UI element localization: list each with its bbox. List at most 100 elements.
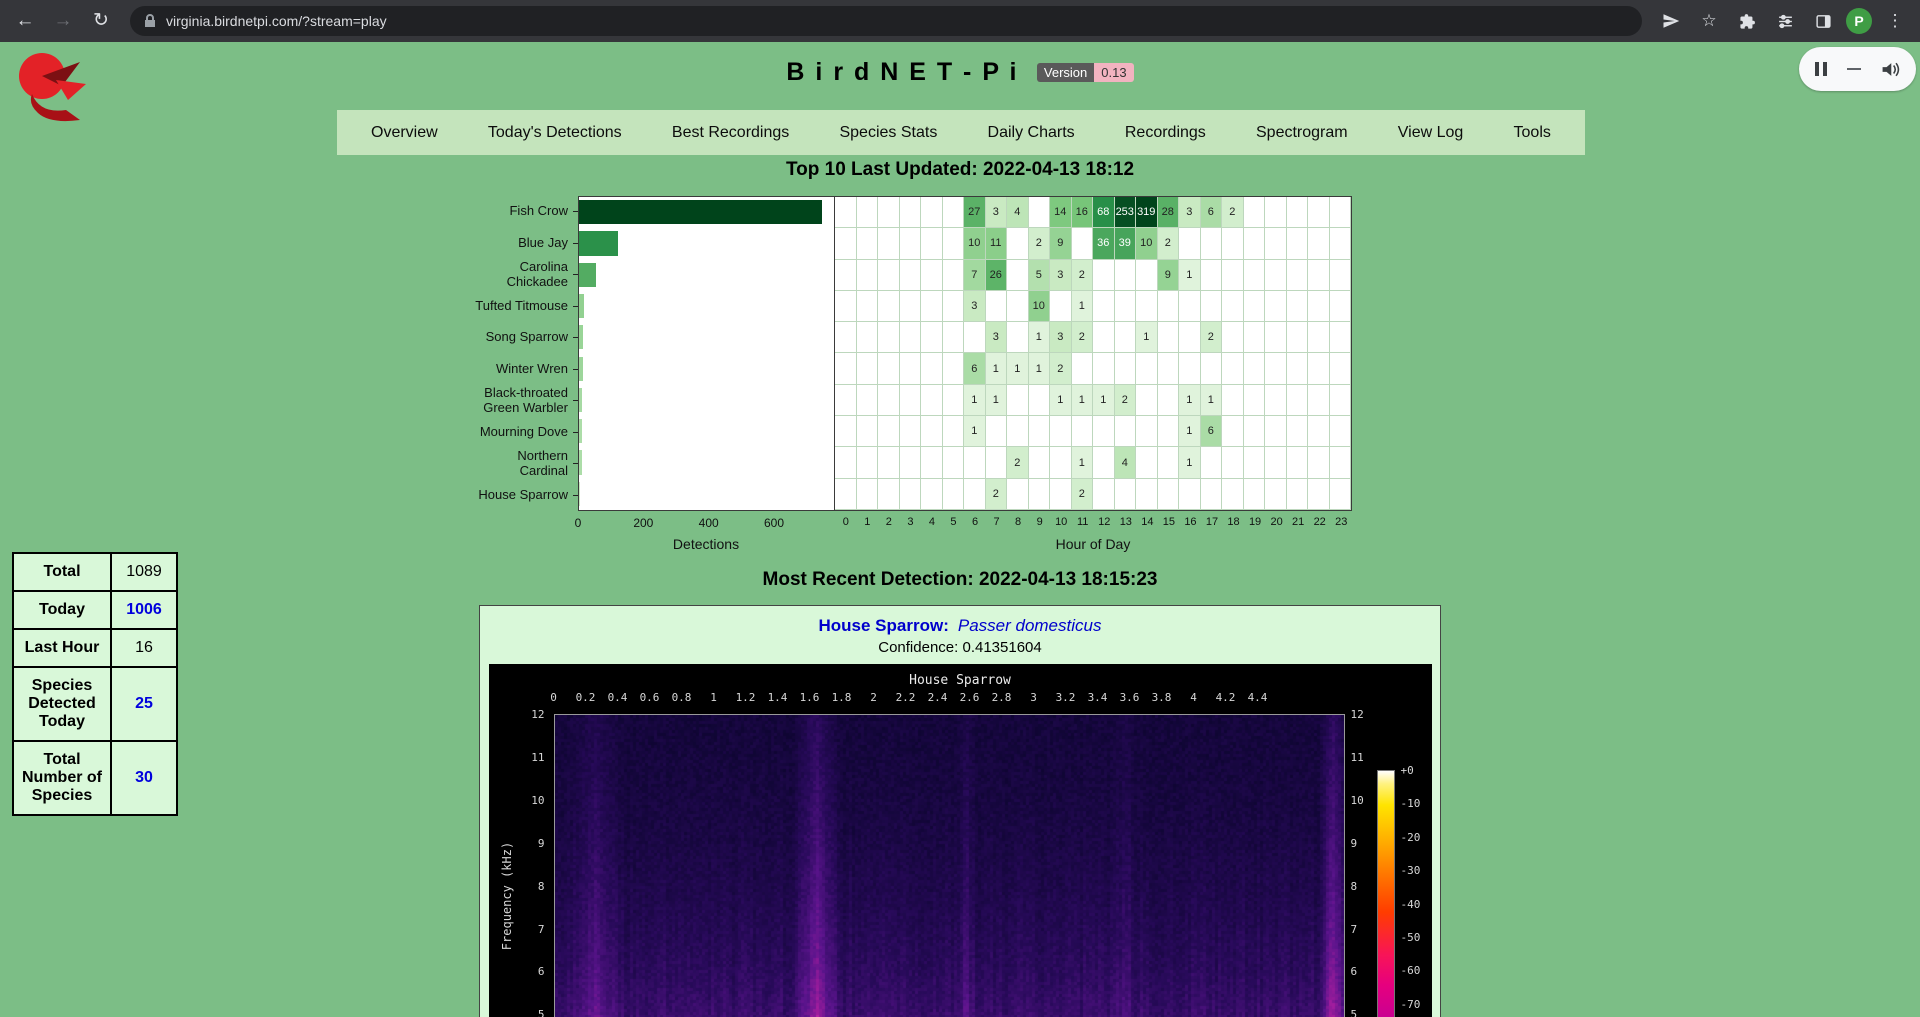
stat-value[interactable]: 30: [111, 741, 177, 815]
heatmap-cell: 4: [1115, 447, 1137, 478]
heatmap-cell: [1050, 291, 1072, 322]
spectrogram-time-tick: 3.2: [1056, 691, 1076, 704]
heatmap-cell: [921, 322, 943, 353]
heatmap-cell: 10: [1136, 228, 1158, 259]
heatmap-cell: [1179, 291, 1201, 322]
spectrogram-freq-tick: 11: [505, 751, 545, 764]
heatmap-cell: [964, 322, 986, 353]
heatmap-cell: 39: [1115, 228, 1137, 259]
nav-item-today-s-detections[interactable]: Today's Detections: [488, 124, 622, 142]
spectrogram-time-tick: 2: [870, 691, 877, 704]
detections-bar: [579, 325, 583, 349]
nav-item-overview[interactable]: Overview: [371, 124, 438, 142]
heatmap-cell: 16: [1072, 197, 1094, 228]
heatmap-cell: [878, 479, 900, 510]
heatmap-cell: [835, 291, 857, 322]
heatmap-cell: [878, 260, 900, 291]
top10-heading: Top 10 Last Updated: 2022-04-13 18:12: [0, 159, 1920, 181]
detection-species-line: House Sparrow:Passer domesticus: [480, 616, 1440, 636]
send-icon[interactable]: [1656, 6, 1686, 36]
nav-item-species-stats[interactable]: Species Stats: [839, 124, 937, 142]
heatmap-cell: [1308, 353, 1330, 384]
heatmap-cell: [921, 353, 943, 384]
heatmap-cell: [1287, 260, 1309, 291]
heatmap-cell: 26: [986, 260, 1008, 291]
species-common-name[interactable]: House Sparrow:: [819, 616, 949, 635]
species-label: Winter Wren: [388, 354, 578, 386]
stat-value[interactable]: 25: [111, 667, 177, 741]
nav-item-view-log[interactable]: View Log: [1398, 124, 1464, 142]
heatmap-cell: [1222, 416, 1244, 447]
menu-kebab-icon[interactable]: ⋮: [1880, 6, 1910, 36]
heatmap-cell: [986, 291, 1008, 322]
heatmap-cell: [1287, 416, 1309, 447]
spectrogram-time-tick: 2.6: [960, 691, 980, 704]
heatmap-cell: 7: [964, 260, 986, 291]
heatmap-cell: [1287, 197, 1309, 228]
reload-icon[interactable]: ↻: [86, 6, 116, 36]
heatmap-cell: [1158, 353, 1180, 384]
extensions-icon[interactable]: [1732, 6, 1762, 36]
heatmap-cell: [1265, 322, 1287, 353]
profile-avatar[interactable]: P: [1846, 8, 1872, 34]
nav-item-spectrogram[interactable]: Spectrogram: [1256, 124, 1348, 142]
hour-axis-tick: 20: [1270, 516, 1282, 528]
heatmap-cell: [1308, 322, 1330, 353]
heatmap-cell: [1222, 353, 1244, 384]
heatmap-cell: 3: [1050, 322, 1072, 353]
heatmap-cell: [1050, 479, 1072, 510]
nav-item-tools[interactable]: Tools: [1514, 124, 1551, 142]
heatmap-cell: [1222, 322, 1244, 353]
address-bar[interactable]: virginia.birdnetpi.com/?stream=play: [130, 6, 1642, 36]
heatmap-cell: [1201, 479, 1223, 510]
heatmap-cell: 1: [1179, 260, 1201, 291]
colorbar-tick: -10: [1401, 797, 1421, 810]
tune-icon[interactable]: [1770, 6, 1800, 36]
heatmap-cell: [1007, 385, 1029, 416]
heatmap-cell: [1308, 416, 1330, 447]
nav-item-daily-charts[interactable]: Daily Charts: [988, 124, 1075, 142]
stat-value[interactable]: 1006: [111, 591, 177, 629]
heatmap-cell: [1179, 228, 1201, 259]
colorbar-tick: +0: [1401, 764, 1414, 777]
species-label: Carolina Chickadee: [388, 259, 578, 291]
heatmap-cell: [1244, 197, 1266, 228]
heatmap-cell: [1007, 260, 1029, 291]
heatmap-cell: [1330, 228, 1352, 259]
nav-item-best-recordings[interactable]: Best Recordings: [672, 124, 789, 142]
heatmap-cell: 6: [964, 353, 986, 384]
spectrogram-time-tick: 1.2: [736, 691, 756, 704]
heatmap-cell: 11: [986, 228, 1008, 259]
heatmap-cell: 1: [1201, 385, 1223, 416]
nav-item-recordings[interactable]: Recordings: [1125, 124, 1206, 142]
heatmap-cell: [921, 291, 943, 322]
heatmap-cell: [1265, 197, 1287, 228]
heatmap-cell: [921, 228, 943, 259]
stats-row: Today1006: [13, 591, 177, 629]
bar-axis-tick: 0: [575, 516, 582, 530]
heatmap-cell: [900, 197, 922, 228]
hour-axis-tick: 2: [886, 516, 892, 528]
heatmap-cell: 36: [1093, 228, 1115, 259]
bar-axis-tick: 400: [699, 516, 719, 530]
heatmap-cell: [900, 416, 922, 447]
heatmap-cell: [1308, 385, 1330, 416]
lock-icon: [144, 14, 156, 28]
heatmap-cell: 1: [1179, 416, 1201, 447]
forward-icon[interactable]: →: [48, 6, 78, 36]
heatmap-cell: [1115, 479, 1137, 510]
detections-bar-chart: [578, 196, 835, 511]
hour-axis-tick: 17: [1206, 516, 1218, 528]
heatmap-cell: [1136, 260, 1158, 291]
back-icon[interactable]: ←: [10, 6, 40, 36]
heatmap-cell: [943, 416, 965, 447]
stat-label: Today: [13, 591, 111, 629]
detections-bar: [579, 419, 582, 443]
heatmap-cell: 3: [1179, 197, 1201, 228]
heatmap-cell: [1330, 291, 1352, 322]
heatmap-cell: 1: [1093, 385, 1115, 416]
side-panel-icon[interactable]: [1808, 6, 1838, 36]
bookmark-star-icon[interactable]: ☆: [1694, 6, 1724, 36]
heatmap-cell: [857, 479, 879, 510]
heatmap-cell: [1136, 385, 1158, 416]
